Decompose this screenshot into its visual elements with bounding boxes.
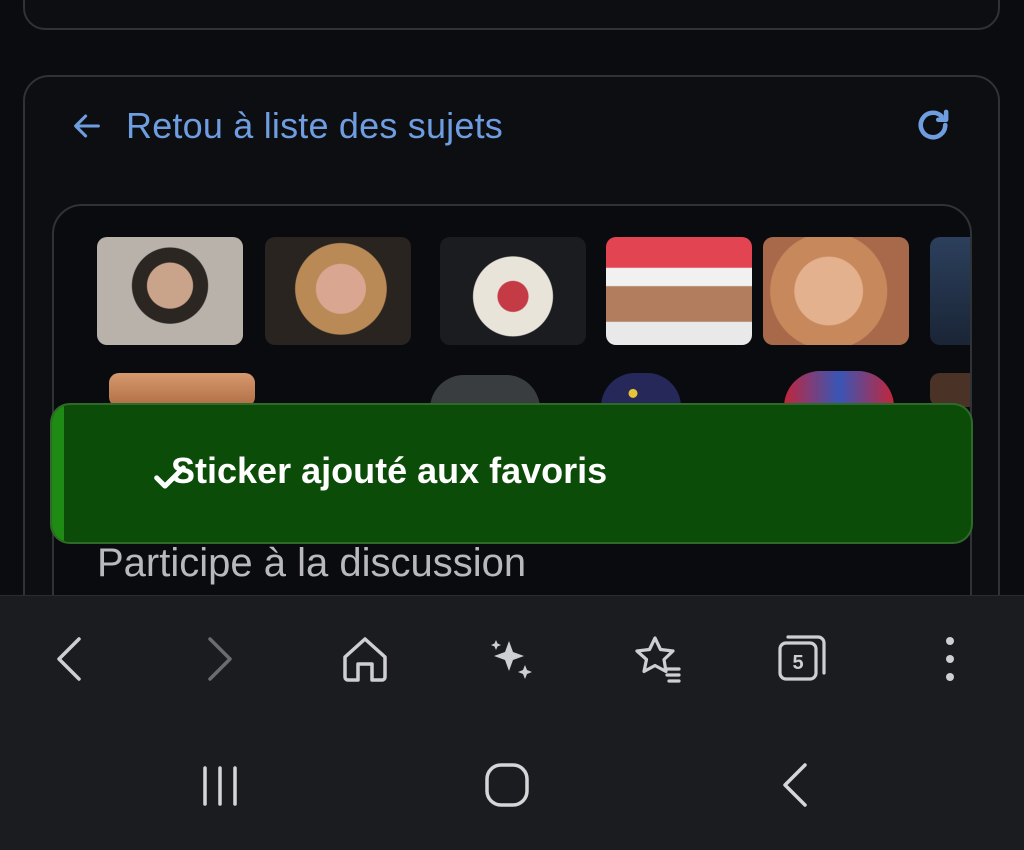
more-menu-button[interactable] <box>918 627 982 691</box>
home-button[interactable] <box>333 627 397 691</box>
bookmarks-button[interactable] <box>625 627 689 691</box>
sparkle-icon <box>491 640 532 679</box>
sticker-9[interactable] <box>601 373 681 407</box>
forward-button[interactable] <box>188 627 252 691</box>
refresh-icon <box>918 109 949 140</box>
tabs-button[interactable]: 5 <box>770 627 834 691</box>
sticker-10[interactable] <box>784 371 894 407</box>
toast-message: Sticker ajouté aux favoris <box>171 450 608 491</box>
sticker-5[interactable] <box>763 237 909 345</box>
sticker-1[interactable] <box>97 237 243 345</box>
tab-count: 5 <box>792 652 803 674</box>
sticker-4[interactable] <box>606 237 752 345</box>
more-icon <box>946 637 954 681</box>
refresh-button[interactable] <box>912 104 954 146</box>
bookmarks-icon <box>635 636 681 683</box>
previous-card <box>23 0 1000 30</box>
back-button[interactable] <box>37 627 101 691</box>
toast-accent-stripe <box>52 405 64 542</box>
home-circle-icon <box>485 763 529 807</box>
back-nav-button[interactable] <box>760 760 830 810</box>
tabs-icon: 5 <box>778 635 826 681</box>
sticker-11[interactable] <box>930 373 970 407</box>
ai-assistant-button[interactable] <box>479 627 543 691</box>
back-link-label: Retou à liste des sujets <box>126 105 503 146</box>
arrow-left-icon <box>74 114 100 138</box>
forward-icon <box>208 637 232 681</box>
recents-icon <box>203 766 237 806</box>
sticker-2[interactable] <box>265 237 411 345</box>
compose-placeholder[interactable]: Participe à la discussion <box>97 541 526 586</box>
recents-button[interactable] <box>185 760 255 810</box>
home-nav-button[interactable] <box>472 760 542 810</box>
sticker-6[interactable] <box>930 237 970 345</box>
home-icon <box>343 637 387 682</box>
back-icon <box>57 637 81 681</box>
sticker-3[interactable] <box>440 237 586 345</box>
back-to-topics-link[interactable]: Retou à liste des sujets <box>70 104 503 148</box>
sticker-7[interactable] <box>109 373 255 407</box>
back-chevron-icon <box>783 763 807 807</box>
